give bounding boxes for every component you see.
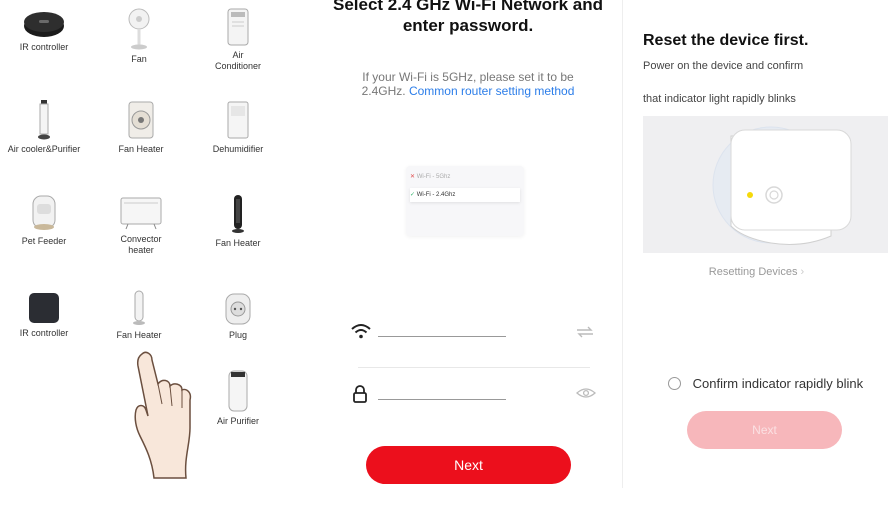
dehumidifier-icon xyxy=(225,100,251,140)
device-fan-heater-tower[interactable]: Fan Heater xyxy=(198,194,278,249)
wifi-row-empty xyxy=(410,208,520,222)
device-convector-heater[interactable]: Convector heater xyxy=(101,194,181,256)
device-label: Air cooler&Purifier xyxy=(7,144,81,154)
device-fan-heater-2[interactable]: Fan Heater xyxy=(99,290,179,341)
password-underline xyxy=(378,399,506,400)
instruction-line-2: that indicator light rapidly blinks xyxy=(643,93,796,105)
device-indicator-graphic xyxy=(712,126,852,245)
fan-icon xyxy=(124,8,154,50)
wifi-row-24g: ✓ Wi-Fi - 2.4Ghz xyxy=(410,188,520,202)
device-plug[interactable]: Plug xyxy=(198,292,278,341)
page-title: Reset the device first. xyxy=(643,32,809,49)
reset-device-panel: Reset the device first. Power on the dev… xyxy=(622,0,889,488)
next-button-disabled[interactable]: Next xyxy=(687,411,842,449)
air-cooler-icon xyxy=(37,100,51,140)
device-indicator-illustration xyxy=(643,116,888,253)
check-icon: ✓ xyxy=(410,192,416,198)
wifi-network-illustration: ✕ Wi-Fi - 5Ghz ✓ Wi-Fi - 2.4Ghz xyxy=(406,166,524,236)
chevron-right-icon: › xyxy=(800,266,805,278)
x-icon: ✕ xyxy=(410,174,416,180)
ir-controller-square-icon xyxy=(28,292,60,324)
ssid-underline xyxy=(378,336,506,337)
page-title: Select 2.4 GHz Wi-Fi Network and enter p… xyxy=(332,0,604,35)
wifi-setup-panel: Select 2.4 GHz Wi-Fi Network and enter p… xyxy=(318,0,618,488)
air-conditioner-icon xyxy=(226,8,250,46)
pointing-hand-icon xyxy=(134,351,192,479)
device-label: IR controller xyxy=(19,42,69,52)
resetting-devices-link[interactable]: Resetting Devices › xyxy=(623,266,889,278)
device-label: Fan Heater xyxy=(215,238,261,248)
radio-icon[interactable] xyxy=(668,377,681,390)
device-pet-feeder[interactable]: Pet Feeder xyxy=(4,194,84,247)
confirm-blink-checkbox[interactable]: Confirm indicator rapidly blink xyxy=(668,376,863,391)
lock-icon xyxy=(353,385,367,403)
pet-feeder-icon xyxy=(29,194,59,232)
password-field[interactable] xyxy=(348,383,598,405)
device-label: IR controller xyxy=(19,328,69,338)
device-air-purifier[interactable]: Air Purifier xyxy=(198,370,278,427)
device-label: Convector heater xyxy=(120,234,162,255)
plug-icon xyxy=(224,292,252,326)
router-setting-link[interactable]: Common router setting method xyxy=(409,84,574,98)
device-grid-panel: IR controller Fan Air Conditioner Air co… xyxy=(0,0,282,488)
switch-network-icon[interactable] xyxy=(576,326,594,338)
tower-fan-heater-icon xyxy=(231,194,245,234)
convector-heater-icon xyxy=(120,194,162,230)
device-ir-controller[interactable]: IR controller xyxy=(4,8,84,53)
field-divider xyxy=(358,367,590,368)
device-ir-controller-2[interactable]: IR controller xyxy=(4,292,84,339)
device-label: Pet Feeder xyxy=(21,236,67,246)
device-air-cooler-purifier[interactable]: Air cooler&Purifier xyxy=(4,100,84,155)
device-label: Fan xyxy=(131,54,147,64)
wifi-icon xyxy=(351,324,371,339)
wifi-hint: If your Wi-Fi is 5GHz, please set it to … xyxy=(343,70,593,98)
device-label: Dehumidifier xyxy=(212,144,264,154)
device-label: Plug xyxy=(228,330,247,340)
device-dehumidifier[interactable]: Dehumidifier xyxy=(198,100,278,155)
device-label: Fan Heater xyxy=(118,144,164,154)
next-button[interactable]: Next xyxy=(366,446,571,484)
device-label: Fan Heater xyxy=(116,330,162,340)
device-air-conditioner[interactable]: Air Conditioner xyxy=(198,8,278,72)
eye-icon[interactable] xyxy=(576,387,596,399)
fan-heater-icon xyxy=(126,100,156,140)
confirm-label: Confirm indicator rapidly blink xyxy=(692,376,864,391)
device-label: Air Conditioner xyxy=(214,50,262,71)
footer-strip xyxy=(0,488,889,515)
device-label: Air Purifier xyxy=(216,416,259,426)
device-fan[interactable]: Fan xyxy=(99,8,179,65)
fan-heater-tower-icon xyxy=(132,290,146,326)
device-fan-heater[interactable]: Fan Heater xyxy=(101,100,181,155)
ir-controller-icon xyxy=(22,8,66,38)
ssid-field[interactable] xyxy=(348,320,598,342)
air-purifier-icon xyxy=(226,370,250,412)
instruction-line-1: Power on the device and confirm xyxy=(643,60,804,72)
wifi-row-5g: ✕ Wi-Fi - 5Ghz xyxy=(410,174,451,180)
